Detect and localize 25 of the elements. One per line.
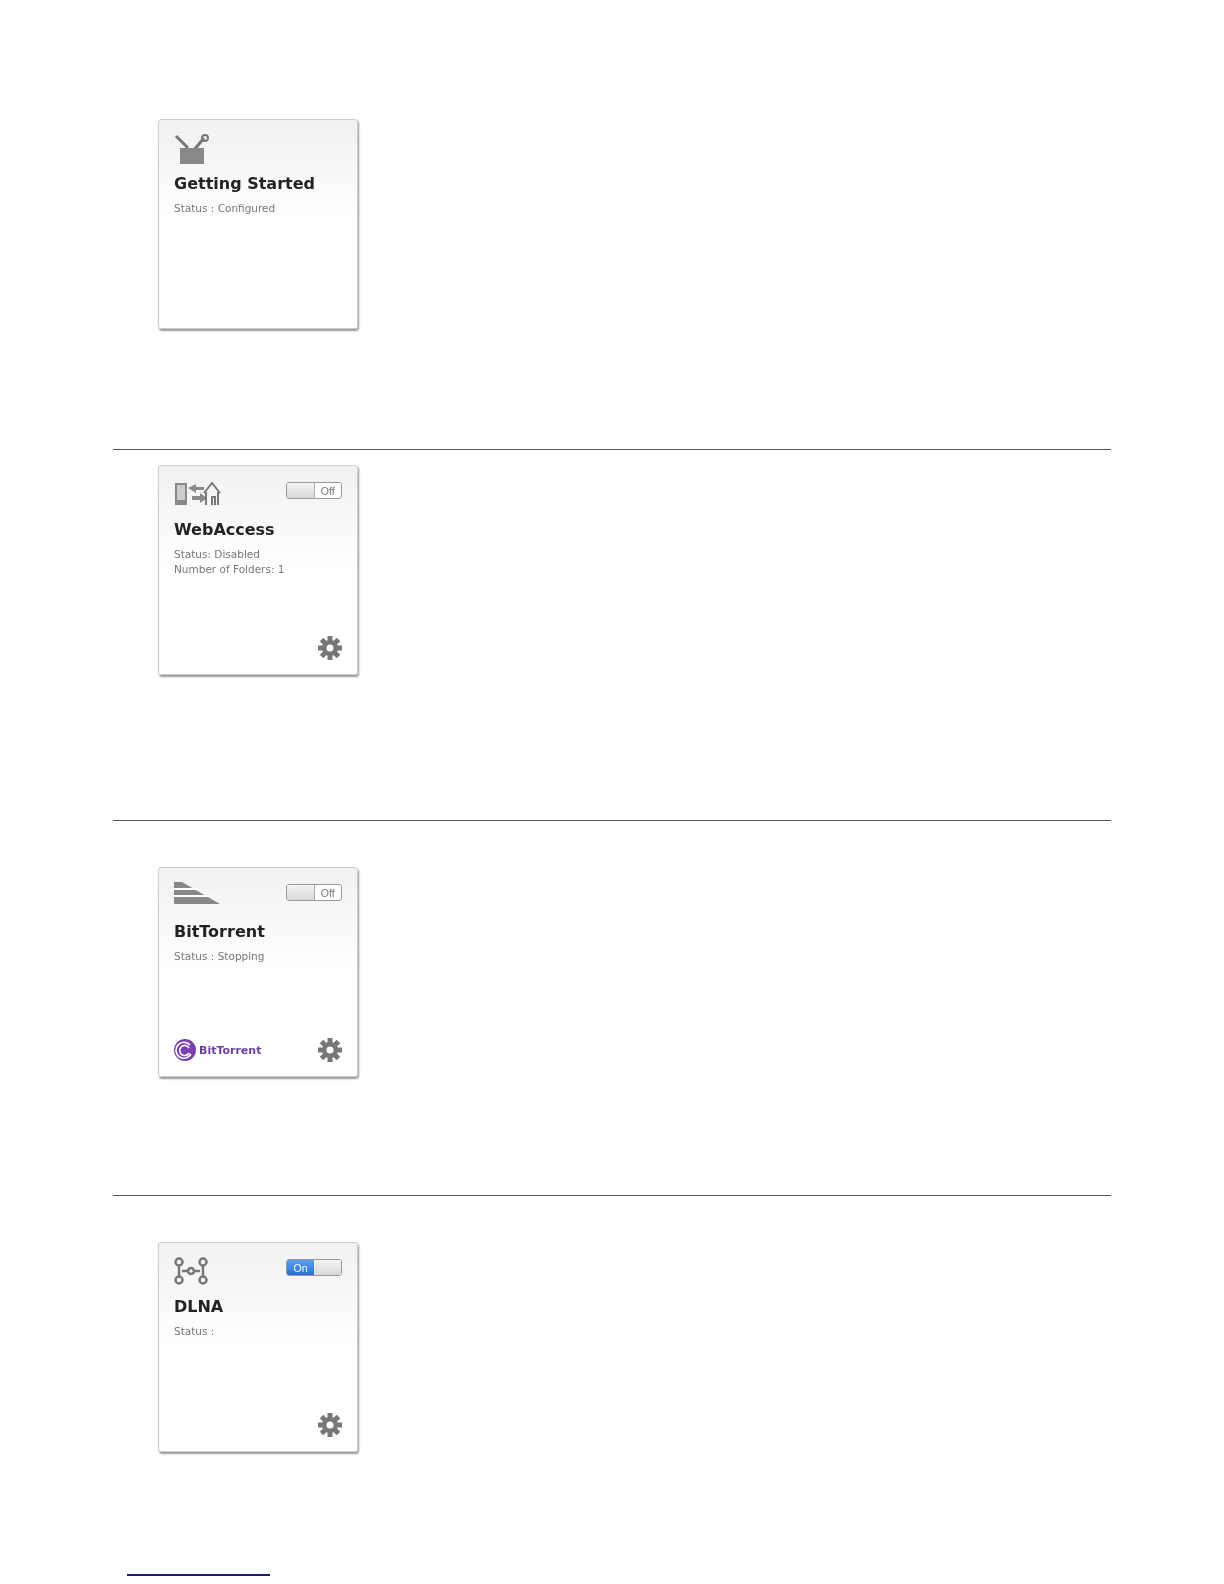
settings-icon[interactable] xyxy=(318,636,342,660)
tile-title: BitTorrent xyxy=(174,922,266,941)
app-tile[interactable]: On DLNA Status : xyxy=(158,1242,358,1452)
app-tile[interactable]: Getting Started Status : Configured xyxy=(158,119,358,329)
status-text: Status : xyxy=(174,1324,216,1339)
tile-title: DLNA xyxy=(174,1297,225,1316)
app-tile[interactable]: Off WebAccess Status: Disabled Number of Folders: 1 xyxy=(158,465,358,675)
app-tile[interactable]: Off BitTorrent Status : Stopping BitTorrent xyxy=(158,867,358,1077)
status-text: Status : Stopping xyxy=(174,949,266,964)
toggle-switch[interactable]: On xyxy=(286,1259,342,1276)
settings-icon[interactable] xyxy=(318,1413,342,1437)
network-icon xyxy=(174,1257,208,1285)
status-text: Status : Configured xyxy=(174,201,277,216)
tile-title: WebAccess xyxy=(174,520,276,539)
settings-icon[interactable] xyxy=(318,1038,342,1062)
status-text: Status: Disabled xyxy=(174,547,261,562)
status-text: Number of Folders: 1 xyxy=(174,562,286,577)
stripes-icon xyxy=(174,882,220,904)
tile-title: Getting Started xyxy=(174,174,316,193)
toolbox-icon xyxy=(174,134,210,166)
toggle-switch[interactable]: Off xyxy=(286,884,342,901)
phone-house-icon xyxy=(174,480,222,506)
toggle-switch[interactable]: Off xyxy=(286,482,342,499)
swirl-logo-icon xyxy=(174,1039,196,1061)
brand-name: BitTorrent xyxy=(199,1043,262,1057)
